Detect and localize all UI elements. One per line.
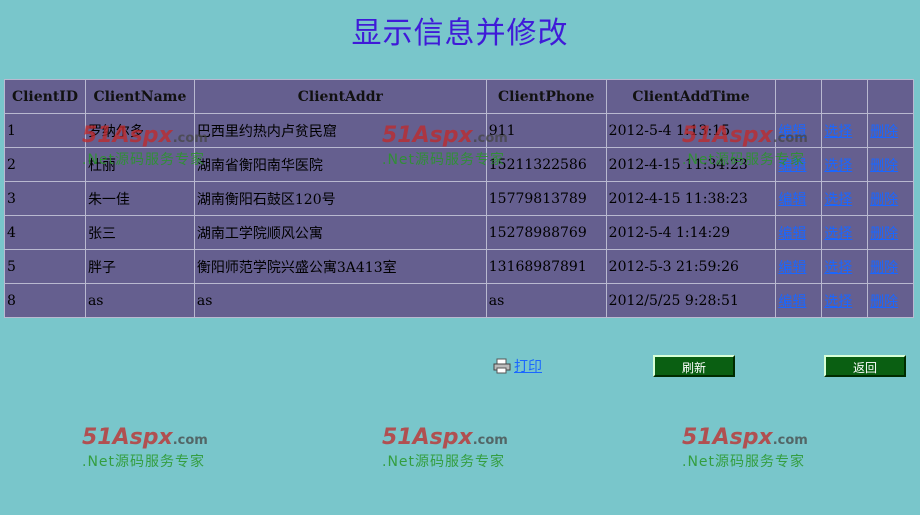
watermark: 51Aspx.com .Net源码服务专家 bbox=[382, 425, 508, 471]
cell-client-name: 胖子 bbox=[84, 249, 195, 284]
print-action[interactable]: 打印 bbox=[493, 356, 542, 376]
page-title: 显示信息并修改 bbox=[351, 16, 569, 51]
table-row: 1 罗纳尔多 巴西里约热内卢贫民窟 911 2012-5-4 1:13:15 编辑 选择 删除 bbox=[4, 113, 914, 148]
cell-client-phone: 15278988769 bbox=[485, 215, 607, 250]
cell-client-id: 4 bbox=[4, 215, 86, 250]
table-row: 5 胖子 衡阳师范学院兴盛公寓3A413室 13168987891 2012-5-3 2… bbox=[4, 249, 914, 284]
select-link[interactable]: 选择 bbox=[824, 226, 852, 242]
cell-client-phone: 13168987891 bbox=[485, 249, 607, 284]
cell-client-add-time: 2012-5-4 1:14:29 bbox=[605, 215, 777, 250]
delete-cell: 删除 bbox=[867, 283, 914, 318]
delete-link[interactable]: 删除 bbox=[870, 192, 898, 208]
cell-client-addr: as bbox=[193, 283, 487, 318]
cell-client-addr: 衡阳师范学院兴盛公寓3A413室 bbox=[193, 249, 487, 284]
cell-client-id: 2 bbox=[4, 147, 86, 182]
edit-cell: 编辑 bbox=[775, 147, 823, 182]
cell-client-addr: 湖南工学院顺风公寓 bbox=[193, 215, 487, 250]
cell-client-add-time: 2012-4-15 11:38:23 bbox=[605, 181, 777, 216]
delete-cell: 删除 bbox=[867, 181, 914, 216]
cell-client-name: 张三 bbox=[84, 215, 195, 250]
edit-cell: 编辑 bbox=[775, 283, 823, 318]
header-select-col bbox=[821, 79, 869, 114]
table-header-row: ClientID ClientName ClientAddr ClientPho… bbox=[4, 79, 914, 114]
edit-link[interactable]: 编辑 bbox=[778, 294, 806, 310]
table-row: 8 as as as 2012/5/25 9:28:51 编辑 选择 删除 bbox=[4, 283, 914, 318]
select-link[interactable]: 选择 bbox=[824, 260, 852, 276]
watermark: 51Aspx.com .Net源码服务专家 bbox=[82, 425, 208, 471]
select-link[interactable]: 选择 bbox=[824, 294, 852, 310]
watermark: 51Aspx.com .Net源码服务专家 bbox=[682, 425, 808, 471]
delete-link[interactable]: 删除 bbox=[870, 158, 898, 174]
header-client-add-time[interactable]: ClientAddTime bbox=[605, 79, 777, 114]
cell-client-name: 罗纳尔多 bbox=[84, 113, 195, 148]
back-button[interactable]: 返回 bbox=[824, 355, 906, 377]
cell-client-name: as bbox=[84, 283, 195, 318]
delete-link[interactable]: 删除 bbox=[870, 294, 898, 310]
cell-client-addr: 湖南衡阳石鼓区120号 bbox=[193, 181, 487, 216]
cell-client-id: 5 bbox=[4, 249, 86, 284]
delete-cell: 删除 bbox=[867, 215, 914, 250]
edit-link[interactable]: 编辑 bbox=[778, 192, 806, 208]
edit-cell: 编辑 bbox=[775, 181, 823, 216]
refresh-button[interactable]: 刷新 bbox=[653, 355, 735, 377]
edit-link[interactable]: 编辑 bbox=[778, 226, 806, 242]
cell-client-addr: 巴西里约热内卢贫民窟 bbox=[193, 113, 487, 148]
edit-link[interactable]: 编辑 bbox=[778, 124, 806, 140]
cell-client-id: 1 bbox=[4, 113, 86, 148]
select-cell: 选择 bbox=[821, 249, 869, 284]
cell-client-add-time: 2012/5/25 9:28:51 bbox=[605, 283, 777, 318]
table-row: 4 张三 湖南工学院顺风公寓 15278988769 2012-5-4 1:14:29 编… bbox=[4, 215, 914, 250]
printer-icon bbox=[493, 358, 511, 374]
select-cell: 选择 bbox=[821, 113, 869, 148]
header-client-addr[interactable]: ClientAddr bbox=[193, 79, 487, 114]
print-link[interactable]: 打印 bbox=[514, 356, 542, 376]
edit-cell: 编辑 bbox=[775, 215, 823, 250]
cell-client-phone: 15211322586 bbox=[485, 147, 607, 182]
header-client-id[interactable]: ClientID bbox=[4, 79, 86, 114]
delete-link[interactable]: 删除 bbox=[870, 124, 898, 140]
select-cell: 选择 bbox=[821, 215, 869, 250]
delete-link[interactable]: 删除 bbox=[870, 260, 898, 276]
client-table: ClientID ClientName ClientAddr ClientPho… bbox=[4, 79, 914, 318]
edit-cell: 编辑 bbox=[775, 249, 823, 284]
delete-cell: 删除 bbox=[867, 147, 914, 182]
cell-client-add-time: 2012-5-3 21:59:26 bbox=[605, 249, 777, 284]
header-delete-col bbox=[867, 79, 914, 114]
cell-client-name: 杜丽 bbox=[84, 147, 195, 182]
edit-link[interactable]: 编辑 bbox=[778, 158, 806, 174]
header-client-name[interactable]: ClientName bbox=[84, 79, 195, 114]
cell-client-phone: 15779813789 bbox=[485, 181, 607, 216]
delete-cell: 删除 bbox=[867, 113, 914, 148]
edit-cell: 编辑 bbox=[775, 113, 823, 148]
edit-link[interactable]: 编辑 bbox=[778, 260, 806, 276]
header-client-phone[interactable]: ClientPhone bbox=[485, 79, 607, 114]
cell-client-add-time: 2012-4-15 11:34:23 bbox=[605, 147, 777, 182]
cell-client-addr: 湖南省衡阳南华医院 bbox=[193, 147, 487, 182]
select-cell: 选择 bbox=[821, 283, 869, 318]
select-link[interactable]: 选择 bbox=[824, 124, 852, 140]
header-edit-col bbox=[775, 79, 823, 114]
select-link[interactable]: 选择 bbox=[824, 192, 852, 208]
table-row: 2 杜丽 湖南省衡阳南华医院 15211322586 2012-4-15 11:34:2… bbox=[4, 147, 914, 182]
select-cell: 选择 bbox=[821, 181, 869, 216]
delete-link[interactable]: 删除 bbox=[870, 226, 898, 242]
cell-client-id: 3 bbox=[4, 181, 86, 216]
cell-client-phone: 911 bbox=[485, 113, 607, 148]
cell-client-add-time: 2012-5-4 1:13:15 bbox=[605, 113, 777, 148]
table-row: 3 朱一佳 湖南衡阳石鼓区120号 15779813789 2012-4-15 11:3… bbox=[4, 181, 914, 216]
cell-client-phone: as bbox=[485, 283, 607, 318]
select-cell: 选择 bbox=[821, 147, 869, 182]
cell-client-name: 朱一佳 bbox=[84, 181, 195, 216]
cell-client-id: 8 bbox=[4, 283, 86, 318]
delete-cell: 删除 bbox=[867, 249, 914, 284]
select-link[interactable]: 选择 bbox=[824, 158, 852, 174]
